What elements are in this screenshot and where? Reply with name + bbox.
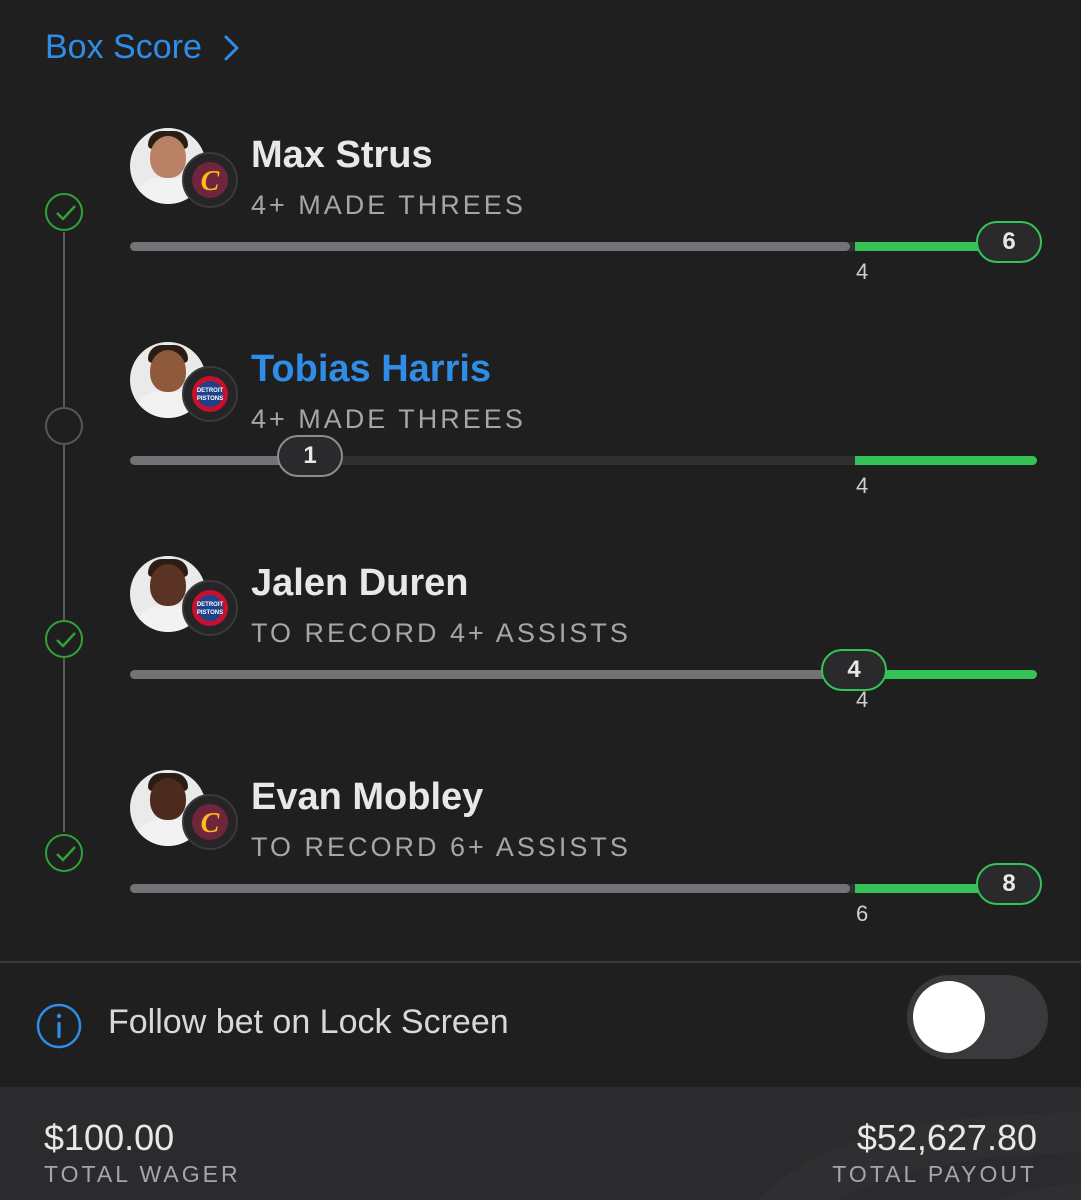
follow-lock-screen-row: Follow bet on Lock Screen <box>0 963 1081 1087</box>
bet-detail-screen: Box Score C Max Strus 4+ MADE THREES 6 4… <box>0 0 1081 1200</box>
info-icon[interactable] <box>36 1003 82 1049</box>
current-value-marker: 1 <box>277 435 343 477</box>
threshold-label: 6 <box>856 901 869 926</box>
threshold-label: 4 <box>856 687 869 712</box>
chevron-right-icon <box>224 35 239 60</box>
svg-text:PISTONS: PISTONS <box>197 396 223 402</box>
box-score-link[interactable]: Box Score <box>45 28 242 67</box>
target-segment <box>855 456 1037 465</box>
cavaliers-logo-icon: C <box>182 794 238 850</box>
lock-screen-toggle[interactable] <box>907 975 1048 1059</box>
parlay-leg[interactable]: C Max Strus 4+ MADE THREES 6 4 <box>0 128 1081 328</box>
prop-label: TO RECORD 4+ ASSISTS <box>251 618 631 648</box>
progress-fill <box>130 670 855 679</box>
parlay-leg[interactable]: DETROIT PISTONS Tobias Harris 4+ MADE THR… <box>0 342 1081 542</box>
threshold-label: 4 <box>856 473 869 498</box>
progress-track: 1 <box>130 435 1037 477</box>
svg-text:C: C <box>201 808 220 839</box>
current-value-marker: 6 <box>976 221 1042 263</box>
pistons-logo-icon: DETROIT PISTONS <box>182 366 238 422</box>
prop-label: TO RECORD 6+ ASSISTS <box>251 832 631 862</box>
pistons-logo-icon: DETROIT PISTONS <box>182 580 238 636</box>
total-wager-label: TOTAL WAGER <box>44 1161 241 1187</box>
total-payout-label: TOTAL PAYOUT <box>832 1161 1037 1187</box>
current-value-marker: 4 <box>821 649 887 691</box>
prop-label: 4+ MADE THREES <box>251 190 526 220</box>
svg-text:C: C <box>201 166 220 197</box>
parlay-leg[interactable]: DETROIT PISTONS Jalen Duren TO RECORD 4+ … <box>0 556 1081 756</box>
player-name-link[interactable]: Tobias Harris <box>251 348 491 391</box>
toggle-knob <box>913 981 985 1053</box>
prop-label: 4+ MADE THREES <box>251 404 526 434</box>
progress-fill <box>130 242 850 251</box>
svg-text:DETROIT: DETROIT <box>197 602 224 608</box>
current-value-marker: 8 <box>976 863 1042 905</box>
follow-label: Follow bet on Lock Screen <box>108 1003 509 1041</box>
progress-track: 6 <box>130 221 1042 263</box>
player-name: Evan Mobley <box>251 776 484 818</box>
progress-fill <box>130 884 850 893</box>
progress-track: 4 <box>130 649 1037 691</box>
box-score-label: Box Score <box>45 28 202 66</box>
player-name: Max Strus <box>251 134 433 176</box>
threshold-label: 4 <box>856 259 869 284</box>
progress-track: 8 <box>130 863 1042 905</box>
total-wager-amount: $100.00 <box>44 1117 175 1158</box>
parlay-leg[interactable]: C Evan Mobley TO RECORD 6+ ASSISTS 8 6 <box>0 770 1081 970</box>
svg-text:PISTONS: PISTONS <box>197 610 223 616</box>
player-name: Jalen Duren <box>251 562 469 604</box>
cavaliers-logo-icon: C <box>182 152 238 208</box>
bet-summary-footer: $100.00 TOTAL WAGER $52,627.80 TOTAL PAY… <box>0 1087 1081 1200</box>
svg-text:DETROIT: DETROIT <box>197 388 224 394</box>
total-payout-amount: $52,627.80 <box>856 1117 1037 1158</box>
